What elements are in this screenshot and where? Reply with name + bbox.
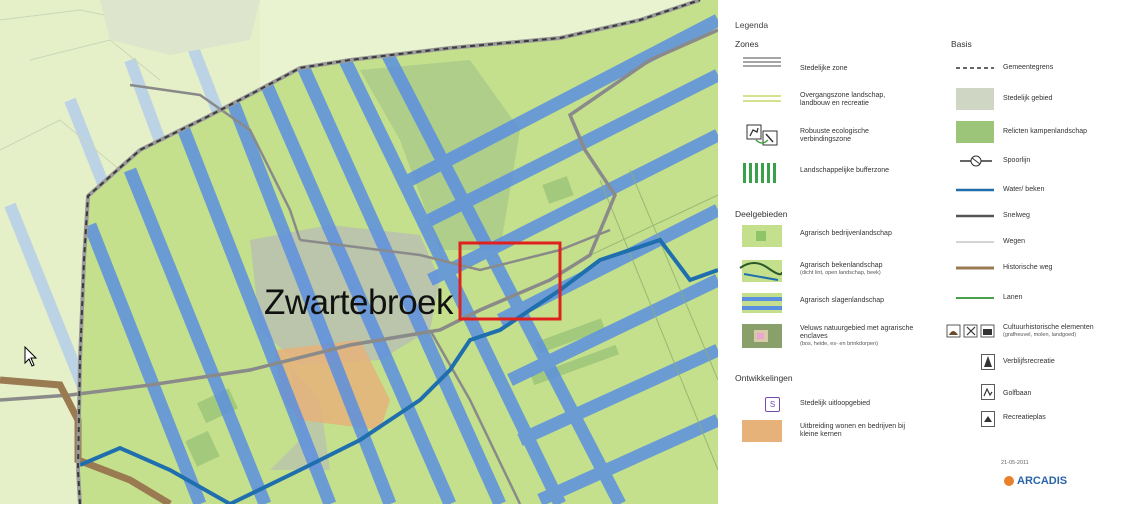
swatch-slagenlandschap xyxy=(742,293,782,313)
tent-icon xyxy=(981,354,995,370)
legend-item-water-beken: Water/ beken xyxy=(1003,186,1045,193)
bekenlandschap-label: Agrarisch bekenlandschap xyxy=(800,262,883,269)
legend-item-wegen: Wegen xyxy=(1003,238,1026,245)
recreatieplas-icon xyxy=(981,411,995,427)
basis-heading: Basis xyxy=(951,39,972,49)
ontwikkelingen-heading: Ontwikkelingen xyxy=(735,373,793,383)
deelgebieden-heading: Deelgebieden xyxy=(735,209,788,219)
cultuurhistorisch-icon xyxy=(946,324,995,338)
swatch-veluws-natuurgebied xyxy=(742,324,782,348)
historische-weg-icon xyxy=(956,266,994,270)
legend-item-ecologische-zone: Robuuste ecologische verbindingszone xyxy=(800,128,869,143)
stedelijk-uitloop-icon: S xyxy=(765,397,780,412)
legend-item-uitbreiding: Uitbreiding wonen en bedrijven bij klein… xyxy=(800,423,906,438)
legend-item-historische-weg: Historische weg xyxy=(1003,264,1053,271)
wegen-icon xyxy=(956,241,994,243)
legend-item-overgangszone: Overgangszone landschap, landbouw en rec… xyxy=(800,92,886,107)
spoorlijn-icon xyxy=(960,155,992,167)
deer-icon xyxy=(746,124,778,146)
swatch-uitbreiding xyxy=(742,420,782,442)
legend-item-recreatieplas: Recreatieplas xyxy=(1003,414,1046,421)
legend-item-lanen: Lanen xyxy=(1003,294,1023,301)
legend-item-bekenlandschap: Agrarisch bekenlandschap (dicht lint, op… xyxy=(800,262,930,277)
legend-item-slagenlandschap: Agrarisch slagenlandschap xyxy=(800,297,885,304)
bekenlandschap-note: (dicht lint, open landschap, beek) xyxy=(800,270,881,276)
lanen-icon xyxy=(956,297,994,299)
arcadis-logo-icon xyxy=(1004,476,1014,487)
buffer-zone-stripes-icon xyxy=(743,163,776,183)
arcadis-logo-text: ARCADIS xyxy=(1017,475,1068,487)
urban-zone-lines-icon xyxy=(743,57,781,67)
legend-item-verblijfsrecreatie: Verblijfsrecreatie xyxy=(1003,358,1055,365)
legend-item-veluws-natuurgebied: Veluws natuurgebied met agrarische encla… xyxy=(800,325,930,348)
legend-item-stedelijk-gebied: Stedelijk gebied xyxy=(1003,95,1053,102)
swatch-relicten-kampenlandschap xyxy=(956,121,994,143)
legend-date: 21-05-2011 xyxy=(1001,460,1029,466)
cultuurhistorisch-label: Cultuurhistorische elementen xyxy=(1003,324,1094,331)
legend-item-stedelijk-uitloopgebied: Stedelijk uitloopgebied xyxy=(800,400,871,407)
legend-item-golfbaan: Golfbaan xyxy=(1003,390,1032,397)
legend-item-bufferzone: Landschappelijke bufferzone xyxy=(800,167,889,174)
snelweg-icon xyxy=(956,214,994,218)
legend-item-cultuurhistorisch: Cultuurhistorische elementen (grafheuvel… xyxy=(1003,324,1123,339)
gemeentegrens-icon xyxy=(956,67,994,69)
cultuurhistorisch-note: (grafheuvel, molen, landgoed) xyxy=(1003,332,1077,338)
veluws-label: Veluws natuurgebied met agrarische encla… xyxy=(800,325,914,340)
swatch-bedrijvenlandschap xyxy=(742,225,782,247)
zones-heading: Zones xyxy=(735,39,759,49)
legend-item-spoorlijn: Spoorlijn xyxy=(1003,157,1031,164)
water-icon xyxy=(956,188,994,192)
transition-zone-lines-icon xyxy=(743,95,781,102)
arcadis-logo: ARCADIS xyxy=(1004,475,1067,487)
mouse-cursor-icon xyxy=(24,346,38,367)
swatch-stedelijk-gebied xyxy=(956,88,994,110)
legend-item-relicten-kampenlandschap: Relicten kampenlandschap xyxy=(1003,128,1088,135)
legend-item-gemeentegrens: Gemeentegrens xyxy=(1003,64,1054,71)
legend-panel: Legenda Zones Stedelijke zone Overgangsz… xyxy=(718,18,1125,504)
legend-item-stedelijke-zone: Stedelijke zone xyxy=(800,65,848,72)
golf-icon xyxy=(981,384,995,400)
legend-title: Legenda xyxy=(735,20,769,30)
swatch-bekenlandschap xyxy=(739,260,782,282)
legend-item-snelweg: Snelweg xyxy=(1003,212,1030,219)
legend-item-bedrijvenlandschap: Agrarisch bedrijvenlandschap xyxy=(800,230,892,237)
place-label-zwartebroek: Zwartebroek xyxy=(264,283,454,322)
veluws-note: (bos, heide, es- en brinkdorpen) xyxy=(800,341,878,347)
